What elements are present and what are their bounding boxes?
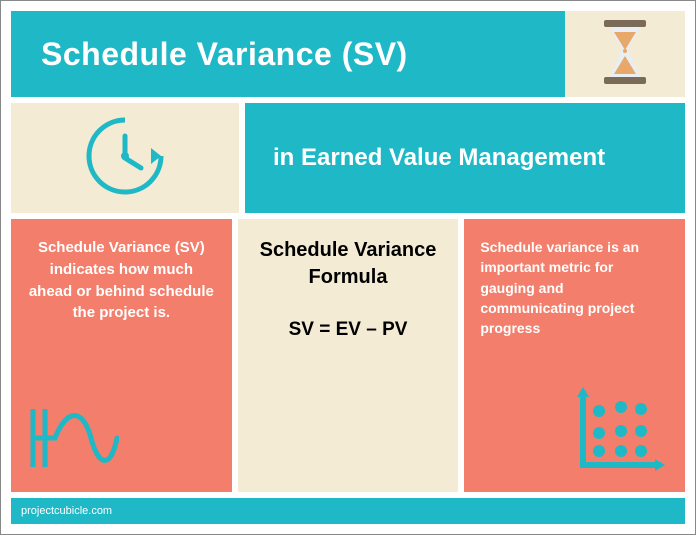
hourglass-icon [598,20,652,89]
middle-column: Schedule Variance Formula SV = EV – PV [238,219,459,492]
wave-icon [29,403,119,478]
clock-panel [11,103,239,213]
content-row: Schedule Variance (SV) indicates how muc… [11,219,685,492]
definition-text: Schedule Variance (SV) indicates how muc… [27,237,216,324]
subheader-row: in Earned Value Management [11,103,685,213]
metric-text: Schedule variance is an important metric… [480,237,669,338]
subtitle-panel: in Earned Value Management [245,103,685,213]
infographic-canvas: Schedule Variance (SV) [11,11,685,524]
clock-arrow-icon [79,110,171,207]
page-title: Schedule Variance (SV) [41,36,408,73]
right-column: Schedule variance is an important metric… [464,219,685,492]
page-subtitle: in Earned Value Management [273,144,605,172]
source-label: projectcubicle.com [21,505,112,517]
scatter-plot-icon [575,387,667,478]
hourglass-panel [565,11,685,97]
footer-bar: projectcubicle.com [11,498,685,524]
formula-text: SV = EV – PV [254,319,443,341]
header-row: Schedule Variance (SV) [11,11,685,97]
title-panel: Schedule Variance (SV) [11,11,565,97]
left-column: Schedule Variance (SV) indicates how muc… [11,219,232,492]
formula-title: Schedule Variance Formula [254,237,443,291]
